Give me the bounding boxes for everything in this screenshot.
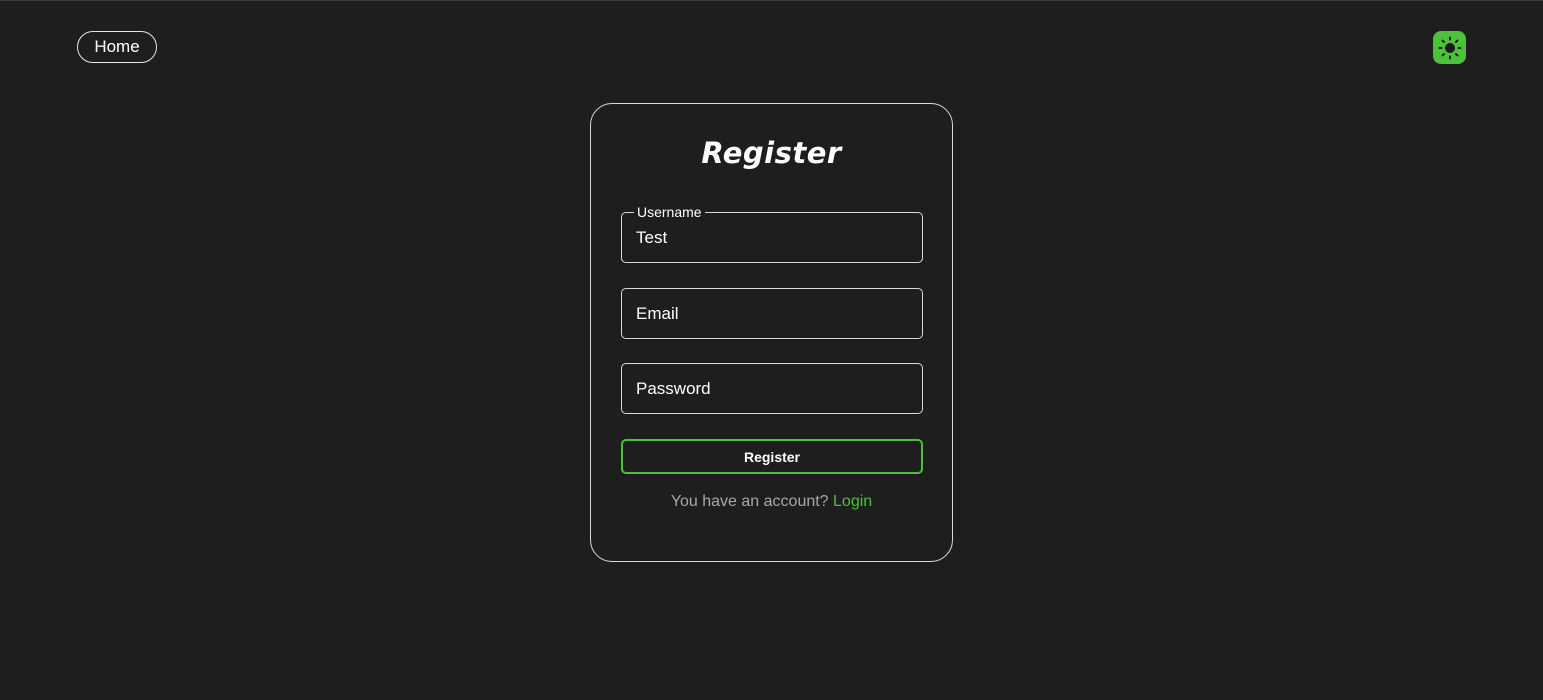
account-prompt-line: You have an account? Login [591,493,952,511]
register-card: Register Username Register You have an a… [590,103,953,562]
username-field-wrapper: Username [621,204,923,263]
register-button[interactable]: Register [621,439,923,474]
account-prompt-text: You have an account? [670,493,829,510]
page: Home Register Username Test Email Regist… [0,0,1543,700]
login-link[interactable]: Login [833,493,872,510]
home-button[interactable]: Home [77,31,157,63]
sun-icon [1438,36,1461,59]
password-input[interactable] [622,364,922,413]
password-field-wrapper [621,363,923,414]
email-field-wrapper [621,288,923,339]
theme-toggle-button[interactable] [1433,31,1466,64]
email-input[interactable] [622,289,922,338]
form-title: Register [701,136,842,170]
username-input[interactable] [622,213,922,262]
